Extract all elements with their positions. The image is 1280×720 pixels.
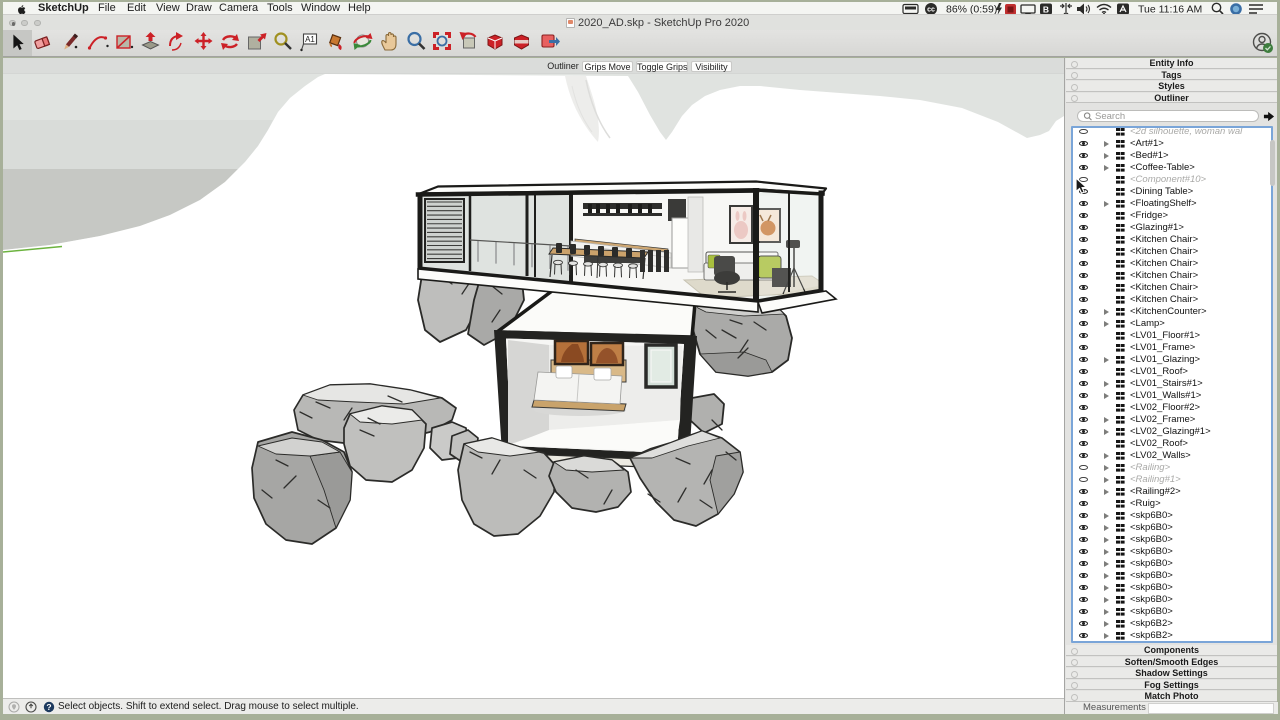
svg-text:A1: A1 — [305, 35, 315, 44]
svg-text:?: ? — [46, 702, 51, 712]
svg-text:cc: cc — [927, 7, 935, 14]
svg-text:B: B — [1043, 5, 1049, 15]
